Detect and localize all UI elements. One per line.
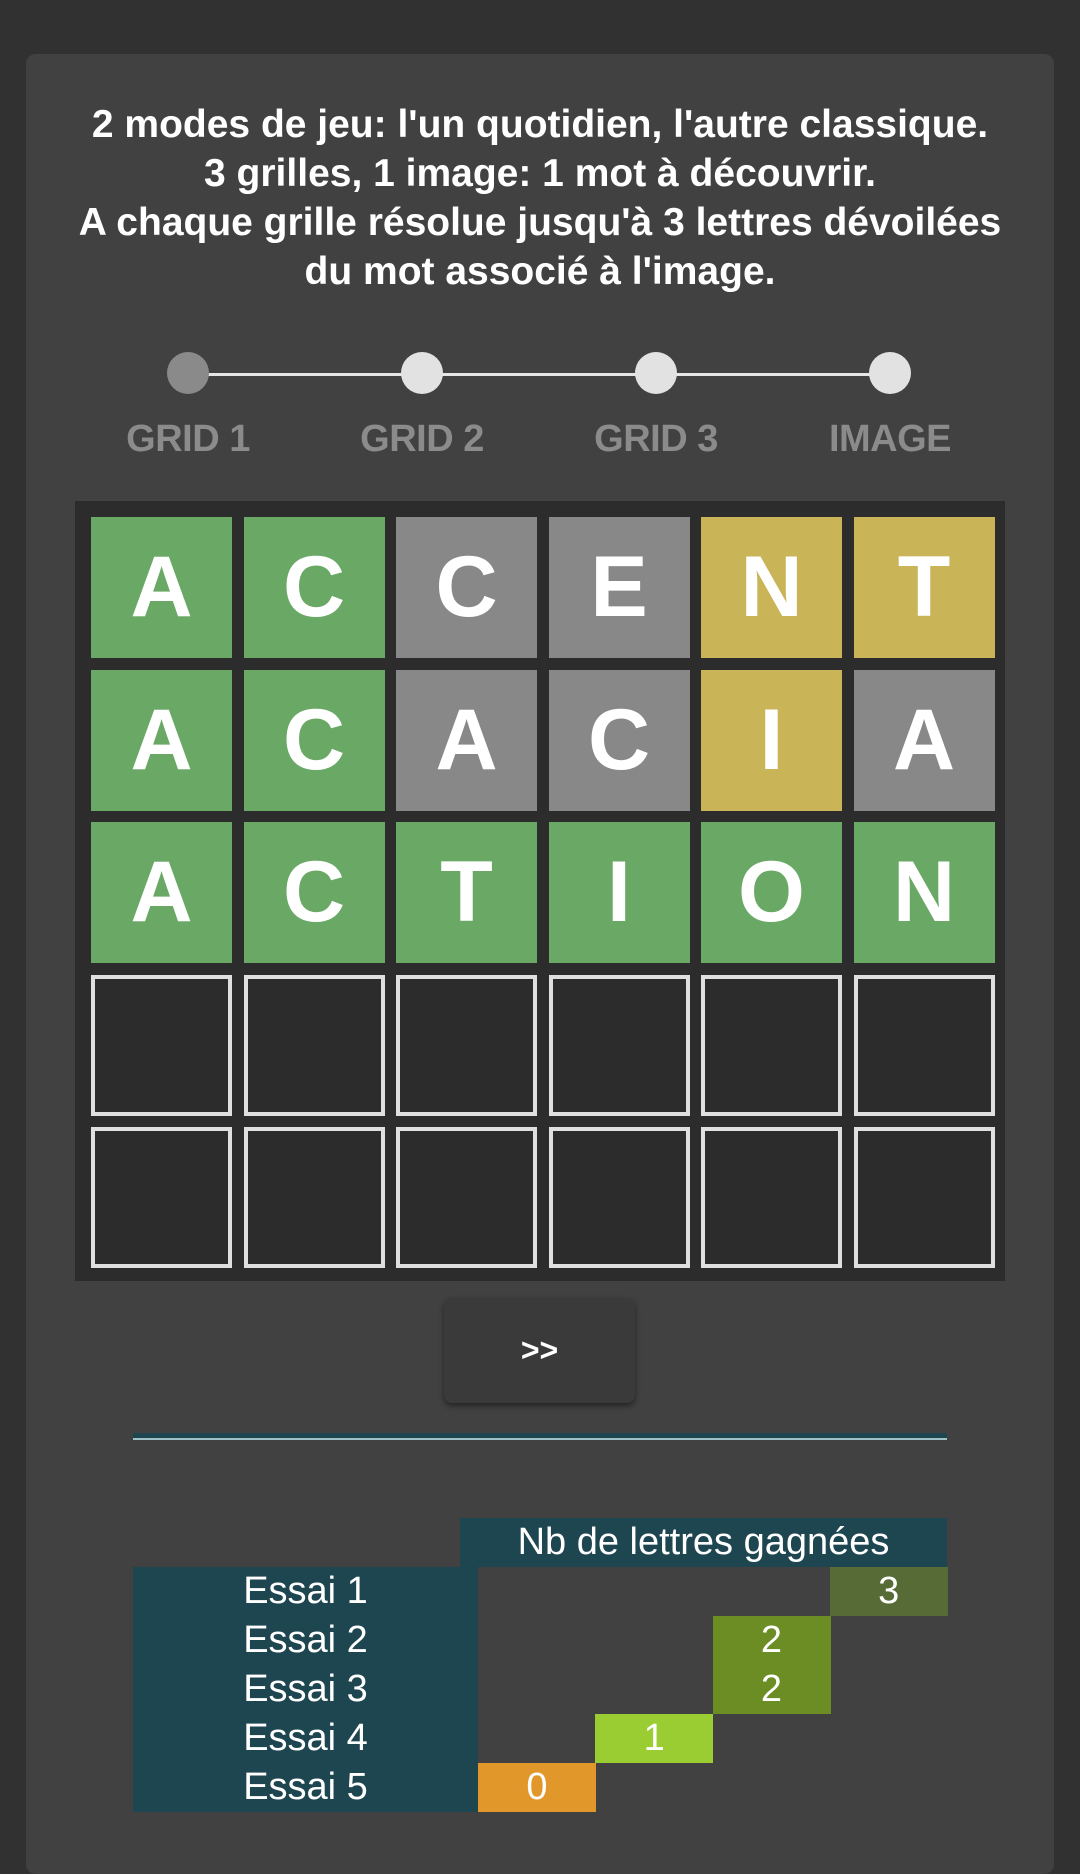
empty-tile [701, 1127, 842, 1268]
stats-value-cell: 1 [595, 1714, 714, 1763]
stepper-connector [656, 373, 890, 376]
step-label-image: IMAGE [828, 418, 952, 460]
step-dot-image[interactable] [869, 352, 911, 394]
stats-row-label: Essai 5 [133, 1763, 478, 1812]
letter-tile: C [243, 517, 385, 658]
word-grid: ACCENTACACIAACTION [75, 501, 1005, 1281]
stats-row-label: Essai 4 [133, 1714, 478, 1763]
stats-row-label: Essai 3 [133, 1665, 478, 1714]
step-dot-grid-1[interactable] [167, 352, 209, 394]
empty-tile [853, 974, 995, 1116]
next-button[interactable]: >> [444, 1298, 635, 1403]
stats-row-label: Essai 2 [133, 1616, 478, 1665]
letter-tile: A [91, 669, 232, 811]
intro-line: A chaque grille résolue jusqu'à 3 lettre… [78, 201, 1002, 244]
stepper-connector [422, 373, 656, 376]
step-dot-grid-3[interactable] [635, 352, 677, 394]
letter-tile: C [243, 822, 385, 963]
letter-tile: I [701, 669, 842, 811]
letter-tile: N [701, 517, 842, 658]
empty-tile [396, 974, 537, 1116]
stepper-connector [188, 373, 422, 376]
intro-text: 2 modes de jeu: l'un quotidien, l'autre … [0, 100, 1080, 296]
empty-tile [91, 974, 232, 1116]
empty-tile [243, 1127, 385, 1268]
letter-tile: T [853, 517, 995, 658]
stats-value-cell: 2 [712, 1616, 831, 1665]
letter-tile: A [396, 669, 537, 811]
letter-tile: C [396, 517, 537, 658]
letter-tile: T [396, 822, 537, 963]
empty-tile [243, 974, 385, 1116]
intro-line: 3 grilles, 1 image: 1 mot à découvrir. [204, 152, 876, 195]
letter-tile: C [548, 669, 690, 811]
step-label-grid-2: GRID 2 [360, 418, 484, 460]
empty-tile [853, 1127, 995, 1268]
empty-tile [396, 1127, 537, 1268]
empty-tile [548, 1127, 690, 1268]
letter-tile: A [91, 822, 232, 963]
stats-header: Nb de lettres gagnées [460, 1518, 947, 1567]
stats-value-cell: 0 [478, 1763, 596, 1812]
stats-row-label: Essai 1 [133, 1567, 478, 1616]
intro-line: du mot associé à l'image. [304, 250, 776, 293]
letter-tile: A [853, 669, 995, 811]
empty-tile [91, 1127, 232, 1268]
empty-tile [548, 974, 690, 1116]
letter-tile: O [701, 822, 842, 963]
step-label-grid-1: GRID 1 [126, 418, 250, 460]
stats-value-cell: 3 [829, 1567, 948, 1616]
letter-tile: I [548, 822, 690, 963]
letter-tile: A [91, 517, 232, 658]
stats-value-cell: 2 [712, 1665, 831, 1714]
empty-tile [701, 974, 842, 1116]
letter-tile: N [853, 822, 995, 963]
letter-tile: E [548, 517, 690, 658]
step-dot-grid-2[interactable] [401, 352, 443, 394]
intro-line: 2 modes de jeu: l'un quotidien, l'autre … [91, 103, 989, 146]
step-label-grid-3: GRID 3 [594, 418, 718, 460]
letter-tile: C [243, 669, 385, 811]
divider [133, 1433, 947, 1440]
